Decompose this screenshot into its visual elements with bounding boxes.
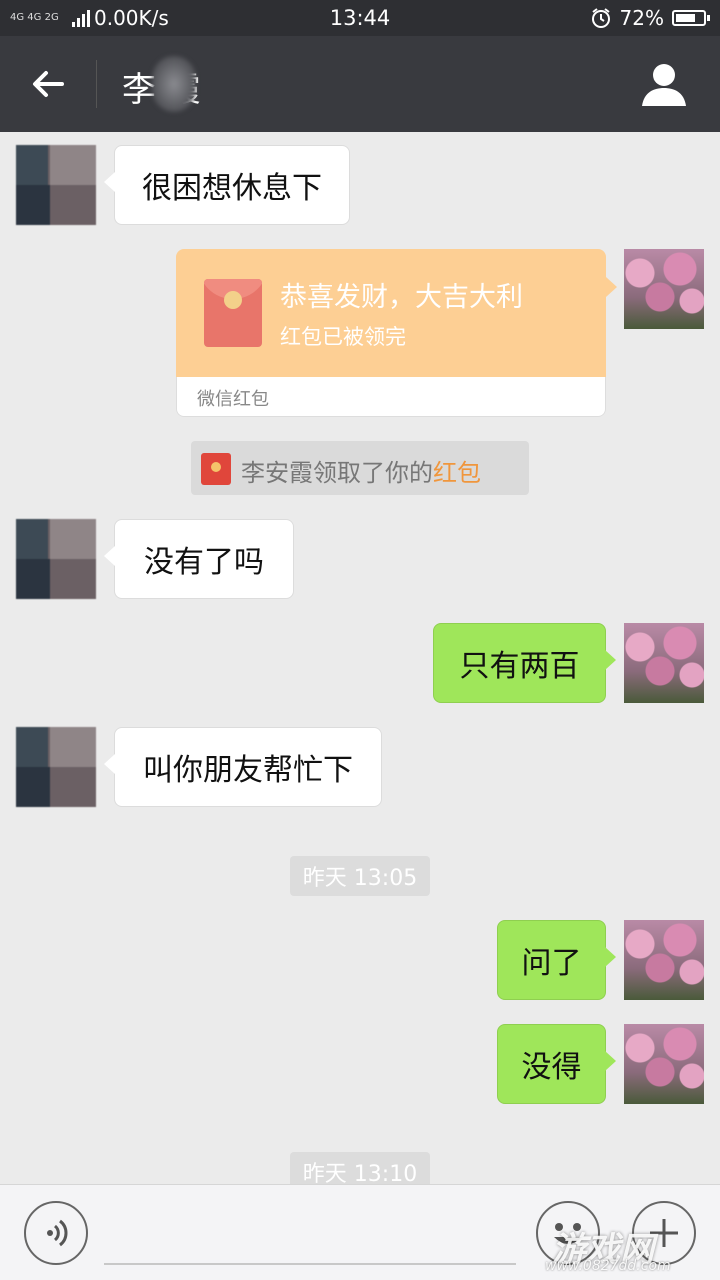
my-avatar[interactable] [624, 920, 704, 1000]
my-avatar[interactable] [624, 249, 704, 329]
contact-avatar[interactable] [8, 713, 104, 821]
title-divider [96, 60, 97, 108]
chat-area[interactable]: 很困想休息下 恭喜发财，大吉大利 红包已被领完 微信红包 李安霞领取了你的红包 … [0, 132, 720, 1184]
red-packet-icon [201, 453, 231, 485]
notice-prefix: 李安霞领取了你的 [241, 459, 433, 487]
status-right: 72% [590, 6, 710, 30]
alarm-clock-icon [591, 8, 610, 28]
received-message[interactable]: 没有了吗 [104, 519, 294, 599]
system-notice-text: 李安霞领取了你的红包 [241, 453, 481, 488]
title-redaction [152, 56, 196, 112]
red-packet-status: 红包已被领完 [280, 325, 406, 349]
red-packet-footer: 微信红包 [176, 377, 606, 417]
red-packet-label: 微信红包 [197, 389, 269, 410]
timestamp-pill: 昨天 13:10 [290, 1152, 430, 1184]
red-packet-title: 恭喜发财，大吉大利 [280, 282, 523, 313]
received-message[interactable]: 叫你朋友帮忙下 [104, 727, 382, 807]
red-packet-card[interactable]: 恭喜发财，大吉大利 红包已被领完 微信红包 [176, 249, 606, 417]
contact-avatar[interactable] [8, 505, 104, 613]
timestamp-pill: 昨天 13:05 [290, 856, 430, 896]
system-notice: 李安霞领取了你的红包 [191, 441, 529, 495]
battery-level [676, 14, 695, 22]
voice-icon[interactable] [24, 1201, 88, 1265]
red-packet-body: 恭喜发财，大吉大利 红包已被领完 [176, 249, 606, 377]
red-packet-tail [606, 277, 617, 297]
sent-message[interactable]: 没得 [497, 1024, 616, 1104]
red-packet-link[interactable]: 红包 [433, 459, 481, 487]
arrow-left-icon[interactable] [28, 64, 68, 104]
title-bar: 李 霞 [0, 36, 720, 132]
watermark-url: www.0827dd.com [545, 1258, 671, 1274]
battery-icon [672, 10, 710, 26]
battery-percent: 72% [619, 6, 664, 30]
message-input[interactable] [104, 1263, 516, 1265]
red-envelope-icon [204, 279, 262, 347]
sent-message[interactable]: 只有两百 [433, 623, 616, 703]
my-avatar[interactable] [624, 623, 704, 703]
my-avatar[interactable] [624, 1024, 704, 1104]
person-icon[interactable] [640, 60, 688, 108]
status-bar: 4G 4G 2G 0.00K/s 13:44 72% [0, 0, 720, 36]
received-message[interactable]: 很困想休息下 [104, 145, 350, 225]
sent-message[interactable]: 问了 [497, 920, 616, 1000]
contact-avatar[interactable] [8, 132, 104, 239]
